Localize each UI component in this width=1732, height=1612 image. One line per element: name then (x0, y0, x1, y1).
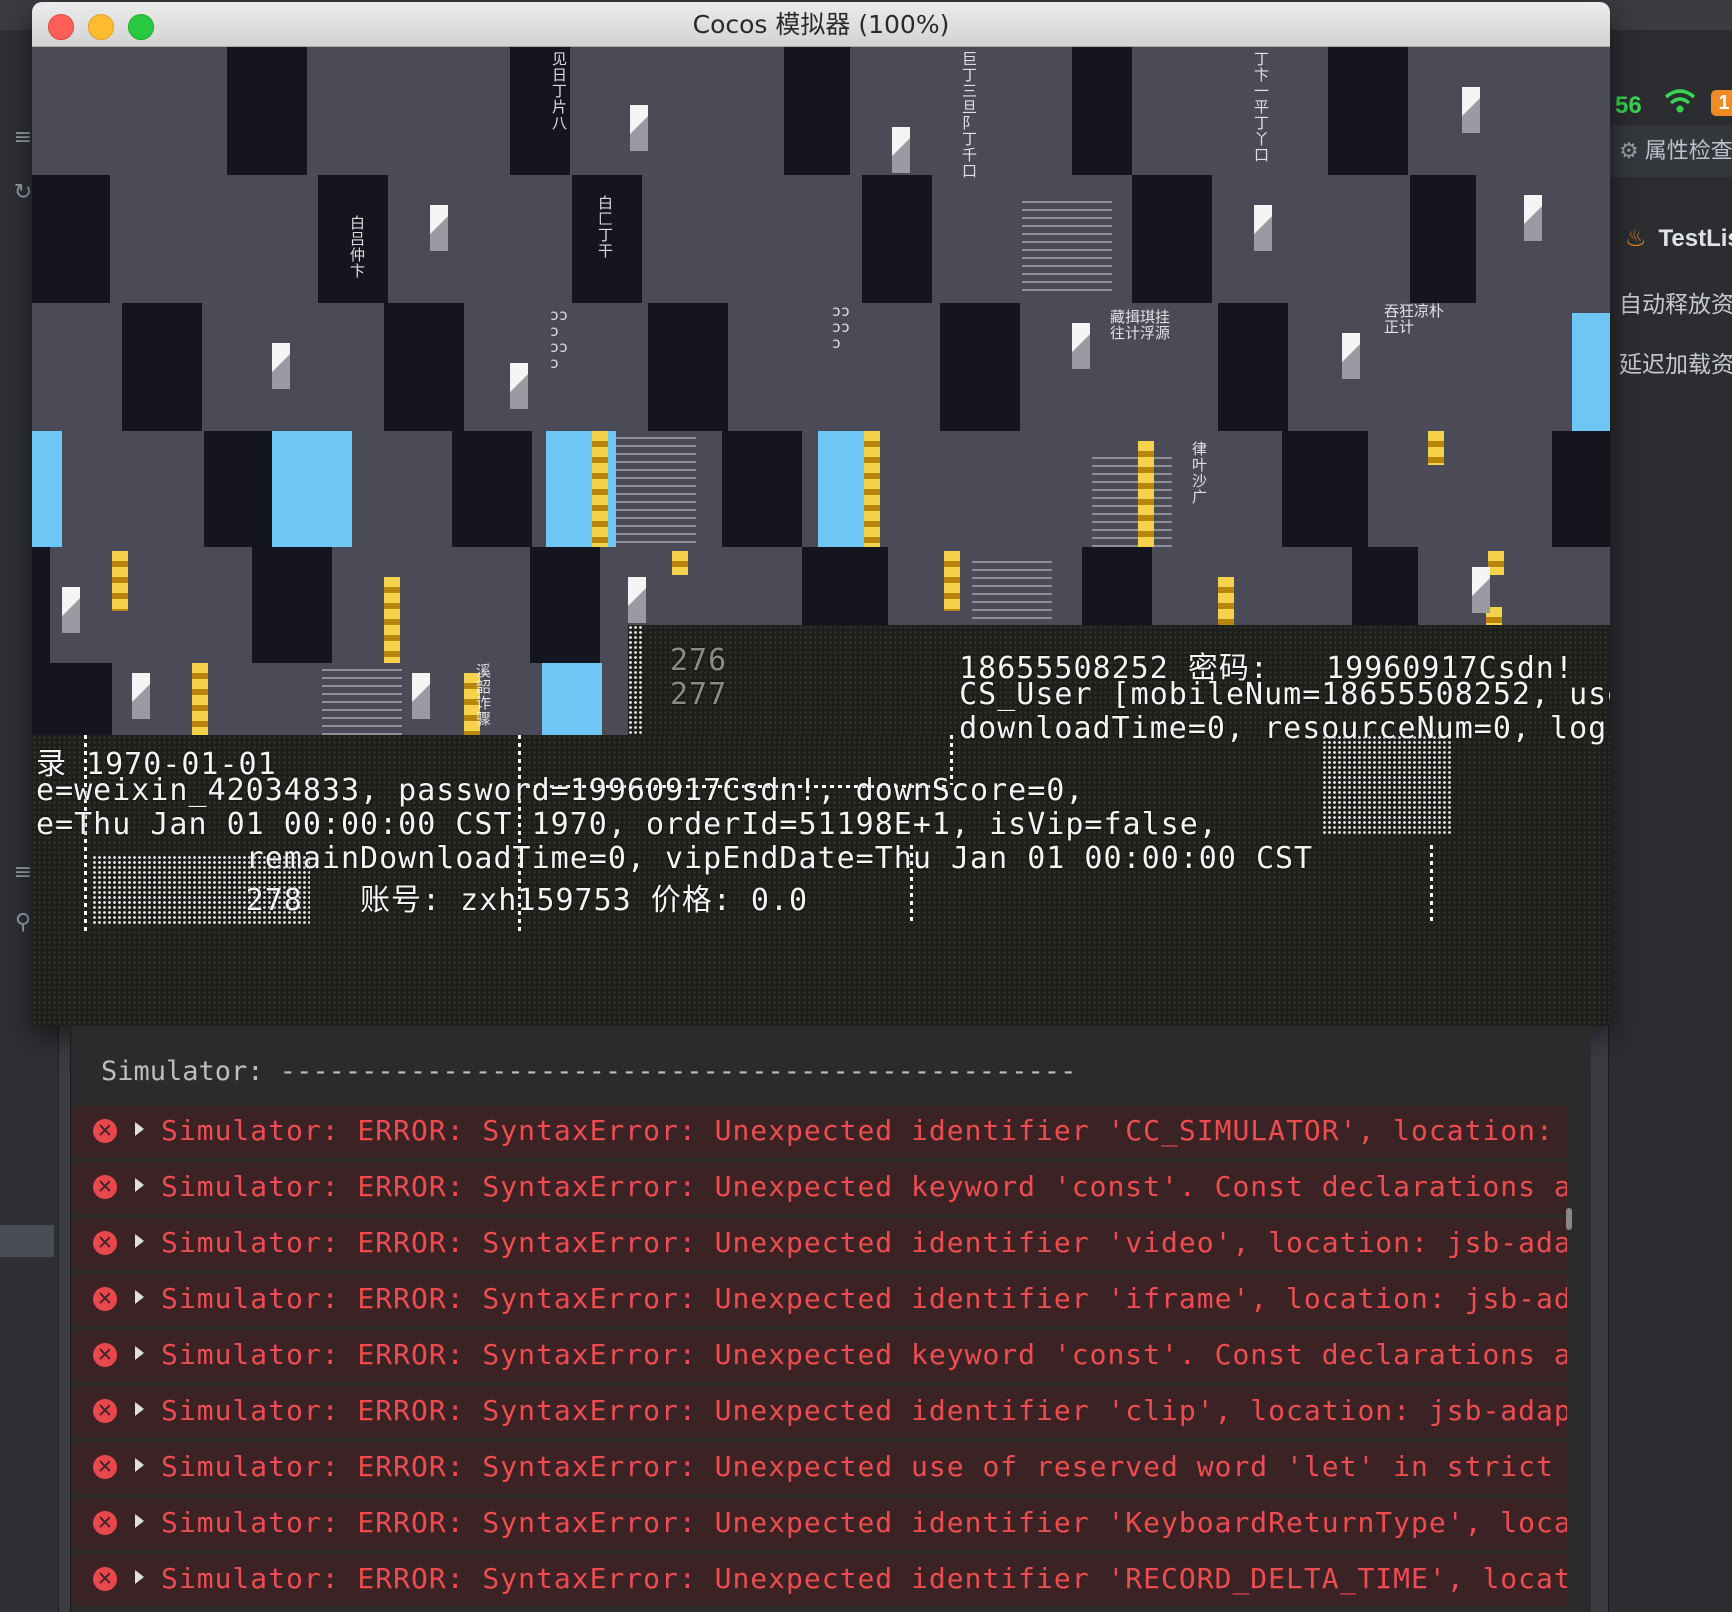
status-area: 56 1 (1613, 60, 1732, 119)
status-number: 56 (1615, 92, 1642, 119)
glitch-row: ɔɔɔ ɔɔɔ ɔɔɔɔɔ 藏揖琪挂往计浮源 吞狂凉朴正计 (32, 303, 1610, 431)
wifi-icon (1664, 89, 1696, 113)
expand-caret-icon[interactable] (135, 1122, 144, 1136)
error-message: Simulator: ERROR: SyntaxError: Unexpecte… (161, 1562, 1567, 1595)
expand-caret-icon[interactable] (135, 1178, 144, 1192)
title-bar: Cocos 模拟器 (100%) (32, 2, 1610, 47)
expand-caret-icon[interactable] (135, 1346, 144, 1360)
console-text-line: CS_User [mobileNum=18655508252, userNam (616, 677, 1610, 712)
error-icon: ✕ (93, 1399, 117, 1423)
error-icon: ✕ (93, 1119, 117, 1143)
glitch-row: 律叶沙广 (32, 431, 1610, 559)
error-icon: ✕ (93, 1175, 117, 1199)
error-icon: ✕ (93, 1455, 117, 1479)
error-log-row[interactable]: ✕ Simulator: ERROR: SyntaxError: Unexpec… (73, 1442, 1567, 1498)
glitch-row: 巨丁三旦阝丁千口 丁卞一平丁丫口 见日丁片八 (32, 47, 1610, 179)
selected-row-highlight (0, 1225, 54, 1257)
error-log-row[interactable]: ✕ Simulator: ERROR: SyntaxError: Unexpec… (73, 1554, 1567, 1610)
glitch-row: 白吕仲卞 白匚丁干 (32, 175, 1610, 303)
error-message: Simulator: ERROR: SyntaxError: Unexpecte… (161, 1506, 1567, 1539)
error-log-row[interactable]: ✕ Simulator: ERROR: SyntaxError: Unexpec… (73, 1162, 1567, 1218)
console-text-line: remainDownloadTime=0, vipEndDate=Thu Jan… (36, 841, 1314, 876)
error-message: Simulator: ERROR: SyntaxError: Unexpecte… (161, 1170, 1567, 1203)
node-name: TestList (1658, 225, 1732, 252)
error-log-row[interactable]: ✕ Simulator: ERROR: SyntaxError: Unexpec… (73, 1106, 1567, 1162)
simulator-canvas[interactable]: 巨丁三旦阝丁千口 丁卞一平丁丫口 见日丁片八 白吕仲卞 白匚丁干 ɔɔɔ ɔɔɔ… (32, 47, 1610, 1026)
console-scrollbar[interactable] (1566, 1208, 1572, 1230)
glitch-console-overlay: 录 1970-01-01 e=weixin_42034833, password… (32, 735, 1610, 1026)
error-log-row[interactable]: ✕ Simulator: ERROR: SyntaxError: Unexpec… (73, 1218, 1567, 1274)
error-message: Simulator: ERROR: SyntaxError: Unexpecte… (161, 1450, 1567, 1483)
console-header: Simulator: -----------------------------… (101, 1056, 1077, 1087)
error-icon: ✕ (93, 1343, 117, 1367)
tab-properties-label: 属性检查器 (1644, 138, 1732, 163)
expand-caret-icon[interactable] (135, 1402, 144, 1416)
notification-badge[interactable]: 1 (1711, 90, 1732, 116)
error-icon: ✕ (93, 1231, 117, 1255)
glitch-console-overlay-top: 276 277 18655508252 密码: 19960917Csdn! 最后… (628, 625, 1610, 746)
error-log-row[interactable]: ✕ Simulator: ERROR: SyntaxError: Unexpec… (73, 1498, 1567, 1554)
window-title: Cocos 模拟器 (100%) (692, 10, 950, 39)
expand-caret-icon[interactable] (135, 1290, 144, 1304)
error-log-row[interactable]: ✕ Simulator: ERROR: SyntaxError: Unexpec… (73, 1386, 1567, 1442)
error-message: Simulator: ERROR: SyntaxError: Unexpecte… (161, 1114, 1567, 1147)
simulator-window: Cocos 模拟器 (100%) 巨丁三旦阝丁千口 丁卞一平丁丫口 见日丁片八 (32, 2, 1610, 1026)
error-log-row[interactable]: ✕ Simulator: ERROR: SyntaxError: Unexpec… (73, 1330, 1567, 1386)
error-icon: ✕ (93, 1567, 117, 1591)
flame-icon: ♨ (1625, 224, 1647, 252)
tab-properties[interactable]: ⚙属性检查器 (1609, 125, 1732, 177)
expand-caret-icon[interactable] (135, 1234, 144, 1248)
console-text-line: e=weixin_42034833, password=19960917Csdn… (36, 773, 1085, 808)
gear-icon: ⚙ (1619, 139, 1639, 164)
expand-caret-icon[interactable] (135, 1458, 144, 1472)
console-panel: Simulator: -----------------------------… (70, 1026, 1591, 1612)
error-icon: ✕ (93, 1287, 117, 1311)
console-text-line: e=Thu Jan 01 00:00:00 CST 1970, orderId=… (36, 807, 1218, 842)
error-message: Simulator: ERROR: SyntaxError: Unexpecte… (161, 1394, 1567, 1427)
error-message: Simulator: ERROR: SyntaxError: Unexpecte… (161, 1226, 1567, 1259)
error-message: Simulator: ERROR: SyntaxError: Unexpecte… (161, 1282, 1567, 1315)
expand-caret-icon[interactable] (135, 1570, 144, 1584)
console-log-list[interactable]: Simulator: -----------------------------… (73, 1034, 1567, 1612)
inspector-panel: 56 1 ⚙属性检查器 ♨ TestList 自动释放资源 延迟加载资源 (1608, 30, 1732, 1612)
lazy-load-option[interactable]: 延迟加载资源 (1619, 345, 1732, 379)
expand-caret-icon[interactable] (135, 1514, 144, 1528)
error-message: Simulator: ERROR: SyntaxError: Unexpecte… (161, 1338, 1567, 1371)
selected-node[interactable]: ♨ TestList (1609, 212, 1732, 264)
auto-release-option[interactable]: 自动释放资源 (1619, 285, 1732, 319)
console-text-line: 278 账号: zxh159753 价格: 0.0 (36, 883, 809, 918)
error-icon: ✕ (93, 1511, 117, 1535)
console-text-line: downloadTime=0, resourceNum=0, loginDa (616, 711, 1610, 746)
error-log-row[interactable]: ✕ Simulator: ERROR: SyntaxError: Unexpec… (73, 1274, 1567, 1330)
